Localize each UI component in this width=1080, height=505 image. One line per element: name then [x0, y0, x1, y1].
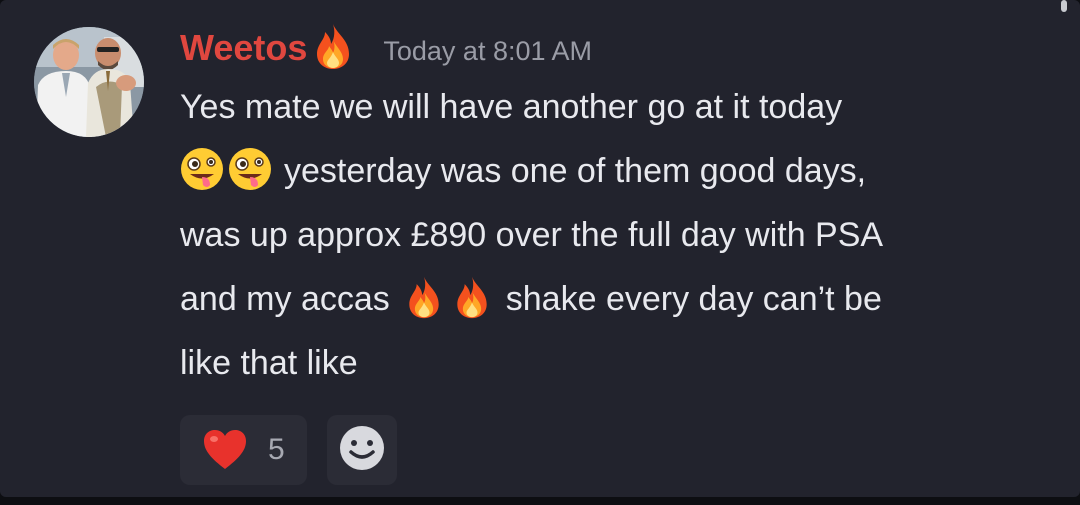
zany-face-emoji-icon	[180, 147, 224, 191]
chat-message[interactable]: Weetos Today at 8:01 AM Yes mate we will…	[0, 0, 1080, 497]
fire-emoji-icon	[450, 275, 494, 319]
message-line-2: yesterday was one of them good days,	[180, 139, 1060, 203]
message-line-2-text: yesterday was one of them good days,	[284, 152, 867, 190]
add-reaction-button[interactable]	[326, 415, 397, 485]
message-line-4-end: shake every day can’t be	[505, 280, 882, 318]
username[interactable]: Weetos	[180, 27, 307, 69]
message-line-4: and my accas shake every day can’t be	[180, 267, 1060, 331]
message-line-1: Yes mate we will have another go at it t…	[180, 88, 843, 126]
message-header: Weetos Today at 8:01 AM	[180, 22, 592, 74]
fire-icon	[313, 22, 353, 70]
smiley-icon	[339, 425, 385, 476]
fire-emoji-icon	[402, 275, 446, 319]
message-line-3: was up approx £890 over the full day wit…	[180, 216, 884, 254]
message-line-4-start: and my accas	[180, 280, 390, 318]
message-line-5: like that like	[180, 344, 358, 382]
reaction-count: 5	[268, 433, 285, 466]
message-content: Yes mate we will have another go at it t…	[180, 75, 1060, 395]
scrollbar-thumb[interactable]	[1061, 0, 1067, 12]
zany-face-emoji-icon	[228, 147, 272, 191]
timestamp: Today at 8:01 AM	[383, 35, 593, 66]
reaction-heart-button[interactable]: 5	[180, 415, 307, 485]
red-heart-icon	[202, 427, 248, 473]
user-avatar[interactable]	[34, 27, 144, 137]
reaction-bar: 5	[180, 413, 397, 487]
chat-window: Weetos Today at 8:01 AM Yes mate we will…	[0, 0, 1080, 505]
